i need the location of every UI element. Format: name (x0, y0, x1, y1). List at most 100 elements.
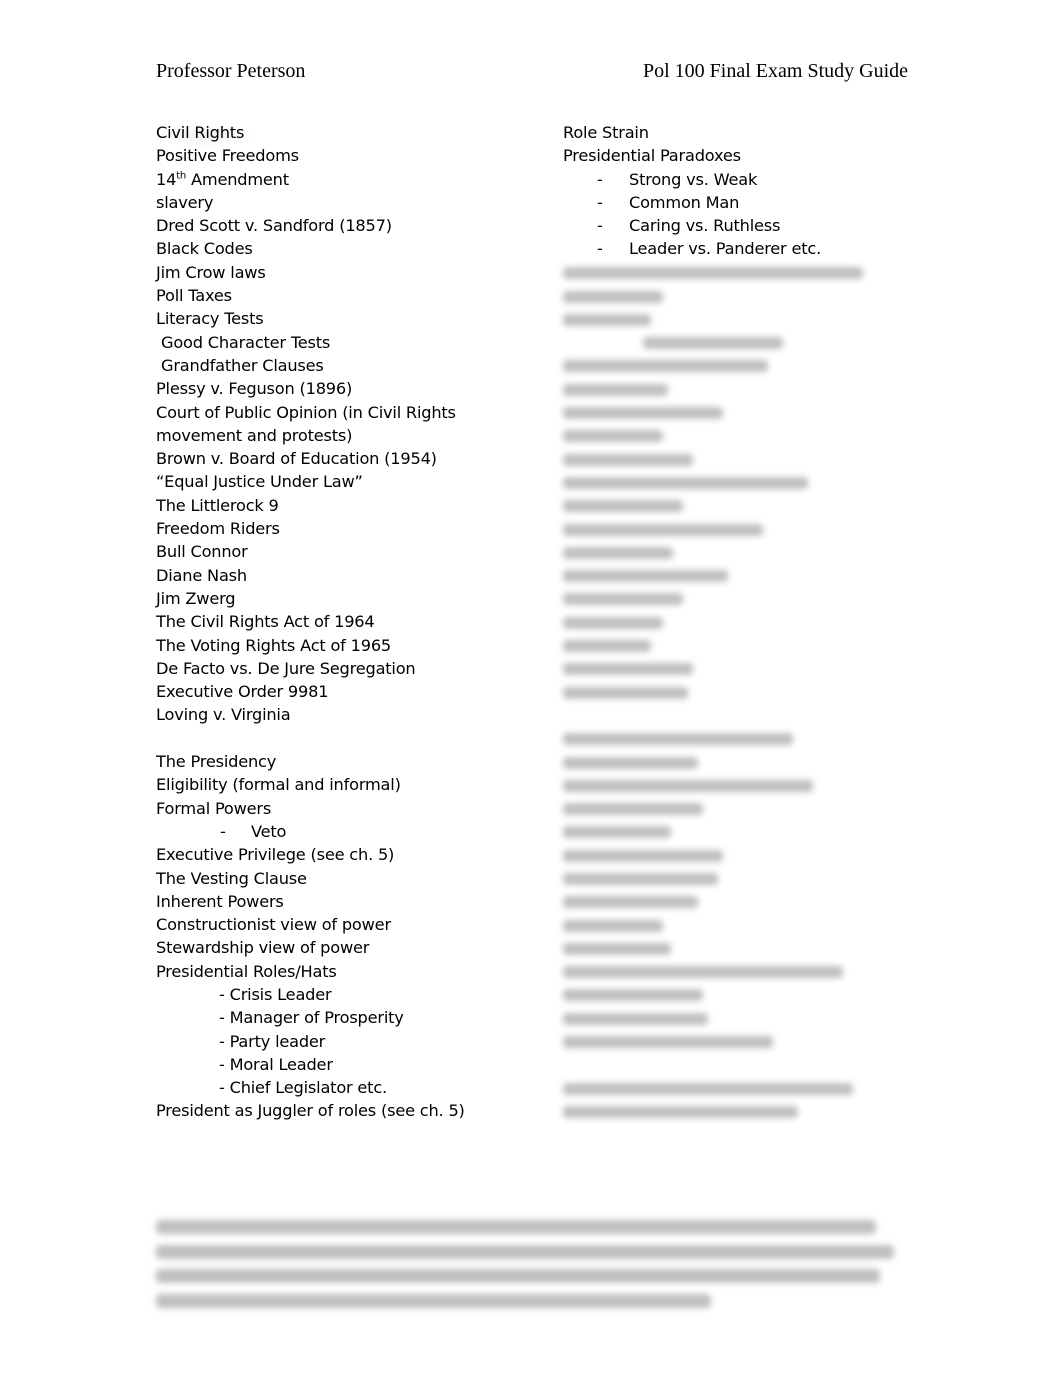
paradox-caring-ruthless: - Caring vs. Ruthless (563, 214, 903, 237)
term-equal-justice: “Equal Justice Under Law” (156, 472, 363, 492)
paradox-common-man: - Common Man (563, 191, 903, 214)
blurred-line (563, 587, 903, 610)
blurred-line (563, 936, 903, 959)
amendment-word: Amendment (186, 169, 289, 189)
term-littlerock: The Littlerock 9 (156, 495, 279, 515)
blurred-line (156, 1288, 896, 1313)
term-plessy: Plessy v. Feguson (1896) (156, 379, 353, 399)
dash-bullet: - (220, 821, 226, 841)
term-civil-rights: Civil Rights (156, 123, 245, 142)
blurred-line (563, 401, 903, 424)
role-manager-prosperity: - Manager of Prosperity (219, 1008, 404, 1028)
term-brown: Brown v. Board of Education (1954) (156, 449, 437, 469)
term-inherent-powers: Inherent Powers (156, 891, 284, 911)
role-chief-legislator: - Chief Legislator etc. (219, 1078, 387, 1098)
term-black-codes: Black Codes (156, 239, 253, 259)
blurred-line (563, 354, 903, 377)
term-role-strain: Role Strain (563, 123, 649, 142)
term-loving: Loving v. Virginia (156, 705, 291, 725)
term-presidential-paradoxes: Presidential Paradoxes (563, 146, 741, 166)
term-presidential-roles: Presidential Roles/Hats (156, 961, 337, 981)
blurred-line (563, 447, 903, 470)
paradox-label: Common Man (629, 192, 740, 212)
document-title: Pol 100 Final Exam Study Guide (643, 60, 908, 82)
blurred-line (563, 494, 903, 517)
blurred-line (563, 377, 903, 400)
dash-bullet: - (597, 192, 603, 212)
blurred-line (563, 960, 903, 983)
term-formal-powers: Formal Powers (156, 798, 272, 818)
term-jim-zwerg: Jim Zwerg (156, 588, 236, 608)
blurred-line (563, 1076, 903, 1099)
blurred-line (563, 750, 903, 773)
blurred-line (563, 610, 903, 633)
amendment-ordinal: th (176, 170, 187, 182)
blurred-line (563, 1099, 903, 1122)
blurred-line (563, 867, 903, 890)
term-court-public-opinion: Court of Public Opinion (in Civil Rights… (156, 402, 456, 445)
blurred-line (563, 1030, 903, 1053)
role-moral-leader: - Moral Leader (219, 1054, 333, 1074)
paradox-label: Caring vs. Ruthless (629, 216, 781, 236)
dash-bullet: - (597, 169, 603, 189)
term-14th-amendment: 14th Amendment (156, 168, 486, 191)
left-column: Civil Rights Positive Freedoms 14th Amen… (156, 121, 486, 1123)
blurred-line (156, 1239, 896, 1264)
blurred-line (563, 261, 903, 284)
blurred-line (563, 470, 903, 493)
dash-bullet: - (597, 239, 603, 259)
term-slavery: slavery (156, 192, 214, 212)
term-executive-privilege: Executive Privilege (see ch. 5) (156, 845, 395, 865)
dash-bullet: - (597, 216, 603, 236)
blurred-line (156, 1214, 896, 1239)
paradox-label: Strong vs. Weak (629, 169, 758, 189)
veto-label: Veto (251, 821, 287, 841)
term-jim-crow: Jim Crow laws (156, 262, 266, 282)
blurred-line (563, 797, 903, 820)
term-vesting-clause: The Vesting Clause (156, 868, 307, 888)
term-de-facto-de-jure: De Facto vs. De Jure Segregation (156, 658, 416, 678)
term-juggler: President as Juggler of roles (see ch. 5… (156, 1101, 465, 1121)
blurred-line (563, 657, 903, 680)
blurred-line (563, 983, 903, 1006)
blurred-line (563, 843, 903, 866)
term-voting-rights-act: The Voting Rights Act of 1965 (156, 635, 392, 655)
blurred-line (563, 307, 903, 330)
paradox-strong-weak: - Strong vs. Weak (563, 168, 903, 191)
document-header: Professor Peterson Pol 100 Final Exam St… (156, 60, 908, 88)
blurred-footer-note (156, 1214, 896, 1312)
term-grandfather: Grandfather Clauses (161, 355, 324, 375)
term-dred-scott: Dred Scott v. Sandford (1857) (156, 216, 392, 236)
blurred-line (563, 890, 903, 913)
term-positive-freedoms: Positive Freedoms (156, 146, 299, 166)
author-name: Professor Peterson (156, 60, 306, 82)
term-diane-nash: Diane Nash (156, 565, 247, 585)
blurred-line (563, 331, 903, 354)
blurred-line (563, 634, 903, 657)
section-heading-presidency: The Presidency (156, 752, 277, 772)
role-crisis-leader: - Crisis Leader (219, 984, 332, 1004)
term-freedom-riders: Freedom Riders (156, 519, 280, 539)
term-poll-taxes: Poll Taxes (156, 286, 232, 306)
term-bull-connor: Bull Connor (156, 542, 248, 562)
blurred-line (563, 680, 903, 703)
term-literacy-tests: Literacy Tests (156, 309, 264, 329)
blurred-line (563, 517, 903, 540)
blurred-line (563, 773, 903, 796)
blurred-line (563, 727, 903, 750)
role-party-leader: - Party leader (219, 1031, 326, 1051)
term-eligibility: Eligibility (formal and informal) (156, 775, 401, 795)
blurred-line (156, 1263, 896, 1288)
blurred-line (563, 284, 903, 307)
term-civil-rights-act: The Civil Rights Act of 1964 (156, 612, 375, 632)
subterm-veto: - Veto (156, 820, 486, 843)
blurred-line (563, 913, 903, 936)
blurred-line (563, 540, 903, 563)
term-good-character: Good Character Tests (161, 332, 331, 352)
blurred-line (563, 564, 903, 587)
blurred-line (563, 1006, 903, 1029)
blurred-line (563, 820, 903, 843)
